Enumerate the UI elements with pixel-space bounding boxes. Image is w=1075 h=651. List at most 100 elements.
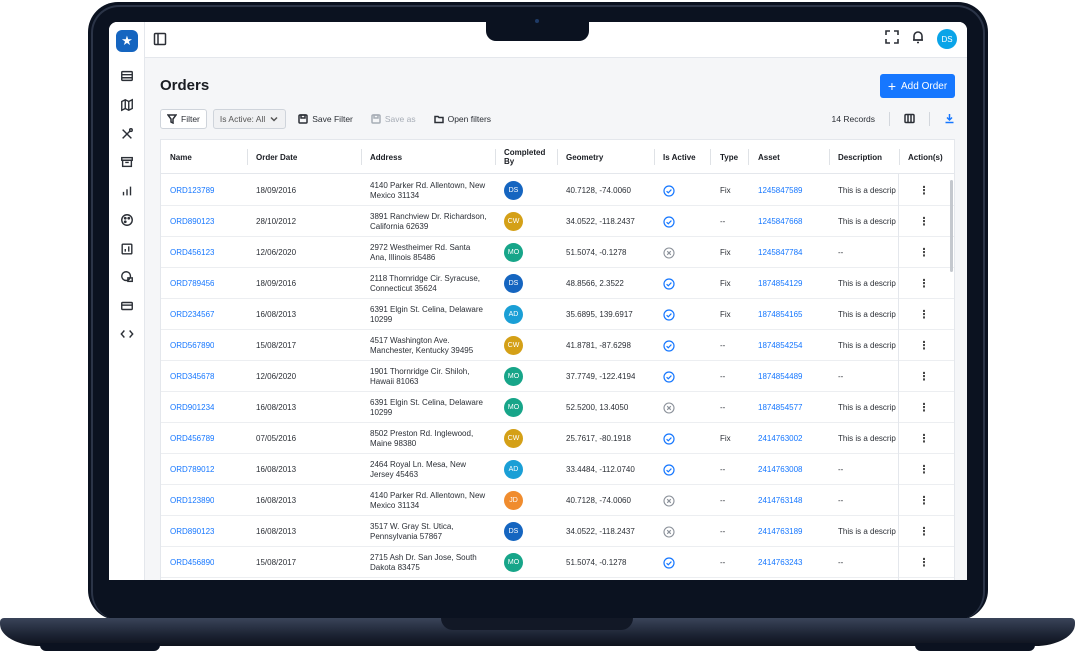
column-header-order-date[interactable]: Order Date [256, 140, 297, 174]
column-header-geometry[interactable]: Geometry [566, 140, 603, 174]
order-name-link[interactable]: ORD123789 [170, 175, 214, 206]
order-type: Fix [720, 309, 731, 319]
download-icon[interactable] [944, 113, 955, 126]
table-row[interactable]: ORD456890 15/08/2017 2715 Ash Dr. San Jose… [161, 547, 954, 578]
column-header-asset[interactable]: Asset [758, 140, 780, 174]
list-icon[interactable] [119, 68, 135, 84]
card-icon[interactable] [119, 298, 135, 314]
row-actions-kebab-icon[interactable]: ⋮ [914, 454, 934, 485]
archive-icon[interactable] [119, 154, 135, 170]
is-active-filter-select[interactable]: Is Active: All [212, 109, 287, 129]
asset-link[interactable]: 1245847589 [758, 175, 803, 206]
row-actions-kebab-icon[interactable]: ⋮ [914, 547, 934, 578]
save-as-button[interactable]: Save as [365, 109, 422, 129]
order-name-link[interactable]: ORD456123 [170, 237, 214, 268]
table-row[interactable]: ORD567890 15/08/2017 4517 Washington Ave. … [161, 330, 954, 361]
file-lock-icon[interactable] [119, 269, 135, 285]
fullscreen-icon[interactable] [885, 29, 899, 49]
order-name-link[interactable]: ORD123890 [170, 485, 214, 516]
table-row[interactable]: ORD890123 16/08/2013 3517 W. Gray St. Utic… [161, 516, 954, 547]
asset-link[interactable]: 2414763008 [758, 454, 803, 485]
row-actions-kebab-icon[interactable]: ⋮ [914, 237, 934, 268]
user-avatar[interactable]: DS [937, 29, 957, 49]
row-actions-kebab-icon[interactable]: ⋮ [914, 175, 934, 206]
row-actions-kebab-icon[interactable]: ⋮ [914, 299, 934, 330]
table-row[interactable]: ORD123890 16/08/2013 4140 Parker Rd. Allen… [161, 485, 954, 516]
asset-link[interactable]: 1874854254 [758, 330, 803, 361]
save-as-icon [371, 114, 381, 124]
order-type: -- [720, 464, 726, 474]
order-name-link[interactable]: ORD345678 [170, 361, 214, 392]
asset-link[interactable]: 1874854129 [758, 268, 803, 299]
columns-icon[interactable] [904, 113, 915, 126]
column-header-name[interactable]: Name [170, 140, 192, 174]
bar-chart-icon[interactable] [119, 183, 135, 199]
add-order-label: Add Order [901, 80, 948, 92]
row-actions-kebab-icon[interactable]: ⋮ [914, 485, 934, 516]
asset-link[interactable]: 2414763148 [758, 485, 803, 516]
column-header-address[interactable]: Address [370, 140, 402, 174]
completed-by-avatar: DS [504, 274, 523, 293]
row-actions-kebab-icon[interactable]: ⋮ [914, 423, 934, 454]
order-name-link[interactable]: ORD890123 [170, 206, 214, 237]
active-check-icon [663, 454, 675, 485]
column-header-is-active[interactable]: Is Active [663, 140, 696, 174]
asset-link[interactable]: 1245847668 [758, 206, 803, 237]
order-name-link[interactable]: ORD234567 [170, 299, 214, 330]
order-name-link[interactable]: ORD456890 [170, 547, 214, 578]
report-icon[interactable] [119, 241, 135, 257]
column-header-description[interactable]: Description [838, 140, 882, 174]
completed-by-avatar: MO [504, 553, 523, 572]
asset-link[interactable]: 1874854489 [758, 361, 803, 392]
asset-link[interactable]: 2414763189 [758, 516, 803, 547]
asset-link[interactable]: 2414763002 [758, 423, 803, 454]
column-header-completed-by[interactable]: Completed By [504, 140, 552, 174]
map-icon[interactable] [119, 97, 135, 113]
order-geometry: 37.7749, -122.4194 [566, 371, 636, 381]
open-filters-button[interactable]: Open filters [428, 109, 497, 129]
table-row[interactable]: ORD456789 07/05/2016 8502 Preston Rd. Ingl… [161, 423, 954, 454]
completed-by-avatar: CW [504, 336, 523, 355]
completed-by-cell: MO [504, 361, 523, 392]
add-order-button[interactable]: + Add Order [880, 74, 955, 98]
row-actions-kebab-icon[interactable]: ⋮ [914, 516, 934, 547]
table-row[interactable]: ORD345678 12/06/2020 1901 Thornridge Cir. … [161, 361, 954, 392]
row-actions-kebab-icon[interactable]: ⋮ [914, 206, 934, 237]
table-row[interactable]: ORD234567 16/08/2013 6391 Elgin St. Celina… [161, 299, 954, 330]
table-row[interactable]: ORD901234 16/08/2013 6391 Elgin St. Celina… [161, 392, 954, 423]
table-row[interactable]: ORD890123 28/10/2012 3891 Ranchview Dr. Ri… [161, 206, 954, 237]
active-check-icon [663, 299, 675, 330]
order-name-link[interactable]: ORD901234 [170, 392, 214, 423]
order-date: 28/10/2012 [256, 216, 297, 226]
order-description: This is a descrip [838, 433, 896, 443]
app-logo[interactable]: ★ [116, 30, 138, 52]
order-date: 18/09/2016 [256, 185, 297, 195]
table-scrollbar[interactable] [950, 180, 953, 272]
filter-button[interactable]: Filter [160, 109, 207, 129]
save-filter-button[interactable]: Save Filter [292, 109, 359, 129]
order-name-link[interactable]: ORD567890 [170, 330, 214, 361]
sidebar-collapse-icon[interactable] [153, 32, 167, 46]
table-row[interactable]: ORD789012 16/08/2013 2464 Royal Ln. Mesa, … [161, 454, 954, 485]
bell-icon[interactable] [911, 30, 925, 49]
order-name-link[interactable]: ORD890123 [170, 516, 214, 547]
asset-link[interactable]: 1874854165 [758, 299, 803, 330]
asset-link[interactable]: 1874854577 [758, 392, 803, 423]
table-row[interactable]: ORD789456 18/09/2016 2118 Thornridge Cir. … [161, 268, 954, 299]
order-name-link[interactable]: ORD789012 [170, 454, 214, 485]
row-actions-kebab-icon[interactable]: ⋮ [914, 392, 934, 423]
row-actions-kebab-icon[interactable]: ⋮ [914, 361, 934, 392]
row-actions-kebab-icon[interactable]: ⋮ [914, 268, 934, 299]
order-name-link[interactable]: ORD456789 [170, 423, 214, 454]
tools-icon[interactable] [119, 126, 135, 142]
code-icon[interactable] [119, 326, 135, 342]
order-name-link[interactable]: ORD789456 [170, 268, 214, 299]
asset-link[interactable]: 2414763243 [758, 547, 803, 578]
asset-link[interactable]: 1245847784 [758, 237, 803, 268]
row-actions-kebab-icon[interactable]: ⋮ [914, 330, 934, 361]
table-row[interactable]: ORD123789 18/09/2016 4140 Parker Rd. Allen… [161, 175, 954, 206]
order-address: 2972 Westheimer Rd. Santa Ana, Illinois … [370, 242, 471, 262]
column-header-type[interactable]: Type [720, 140, 738, 174]
palette-icon[interactable] [119, 212, 135, 228]
table-row[interactable]: ORD456123 12/06/2020 2972 Westheimer Rd. S… [161, 237, 954, 268]
